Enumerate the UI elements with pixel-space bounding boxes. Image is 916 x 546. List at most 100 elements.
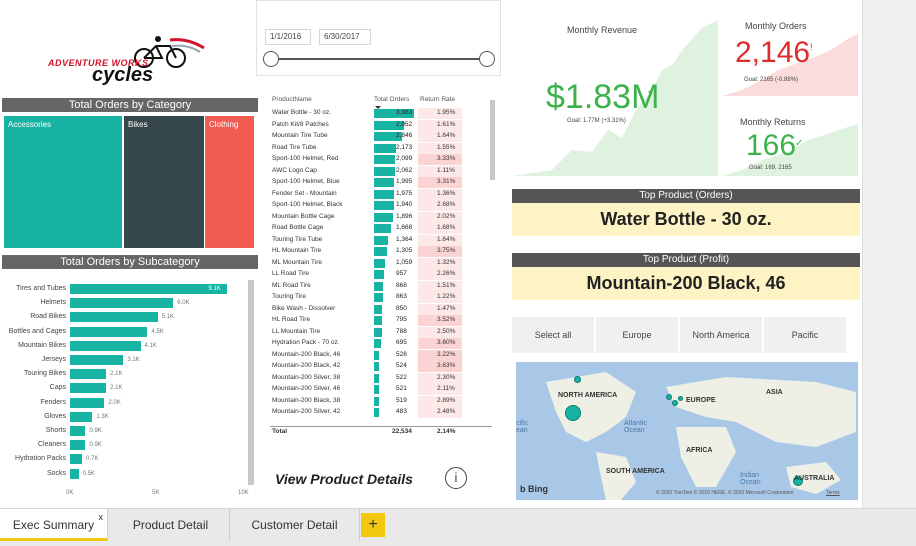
subcategory-bar[interactable] <box>70 340 141 351</box>
table-row[interactable]: Fender Set - Mountain 1,975 1.36% <box>270 188 492 201</box>
table-row[interactable]: HL Road Tire 795 3.52% <box>270 315 492 327</box>
col-header-return-rate[interactable]: Return Rate <box>420 96 455 103</box>
chart-scrollbar[interactable] <box>248 280 254 485</box>
tab-customer-detail[interactable]: Customer Detail <box>230 509 360 541</box>
product-name-cell: Touring Tire <box>272 293 306 300</box>
subcategory-bar[interactable] <box>70 326 148 337</box>
table-row[interactable]: LL Road Tire 957 2.26% <box>270 269 492 281</box>
table-row[interactable]: Road Bottle Cage 1,668 1.68% <box>270 223 492 235</box>
subcategory-value-label: 6.0K <box>177 300 190 307</box>
table-row[interactable]: Road Tire Tube 2,173 1.55% <box>270 142 492 155</box>
subcategory-label: Hydration Packs <box>15 455 66 463</box>
table-row[interactable]: Water Bottle - 30 oz. 3,983 1.95% <box>270 108 492 120</box>
treemap-tile-bikes[interactable]: Bikes <box>124 116 204 248</box>
table-row[interactable]: HL Mountain Tire 1,305 3.75% <box>270 246 492 258</box>
return-rate-cell: 2.89% <box>437 396 456 404</box>
start-date-input[interactable]: 1/1/2016 <box>265 29 311 45</box>
table-row[interactable]: Patch Kit/8 Patches 2,952 1.61% <box>270 119 492 132</box>
table-row[interactable]: Mountain-200 Silver, 38 522 2.30% <box>270 372 492 385</box>
table-row[interactable]: Mountain-200 Black, 42 524 3.63% <box>270 361 492 373</box>
table-row[interactable]: Mountain-200 Black, 38 519 2.89% <box>270 395 492 408</box>
total-orders-cell: 2,062 <box>396 166 413 174</box>
total-orders-cell: 695 <box>396 339 407 346</box>
slider-start-handle[interactable] <box>263 51 279 67</box>
orders-databar <box>374 235 388 245</box>
subcategory-bar[interactable] <box>70 369 107 380</box>
table-row[interactable]: Touring Tire Tube 1,364 1.64% <box>270 234 492 247</box>
table-row[interactable]: AWC Logo Cap 2,062 1.11% <box>270 165 492 178</box>
map-label-pacific: cific ean <box>516 420 529 434</box>
region-north-america[interactable]: North America <box>680 317 762 353</box>
subcategory-bar[interactable] <box>70 454 83 465</box>
table-row[interactable]: LL Mountain Tire 788 2.50% <box>270 326 492 339</box>
end-date-input[interactable]: 6/30/2017 <box>319 29 371 45</box>
product-name-cell: Mountain-200 Silver, 38 <box>272 373 341 381</box>
subcategory-bar[interactable] <box>70 426 86 436</box>
map-bubble-germany[interactable] <box>678 396 683 401</box>
map-label-na: NORTH AMERICA <box>558 392 618 399</box>
subcategory-value-label: 1.3K <box>96 413 109 420</box>
table-row[interactable]: Mountain-200 Silver, 42 483 2.48% <box>270 407 492 419</box>
subcategory-value-label: 4.5K <box>151 328 164 335</box>
table-row[interactable]: Sport-100 Helmet, Red 2,099 3.33% <box>270 154 492 166</box>
sales-map[interactable]: NORTH AMERICA EUROPE ASIA AFRICA SOUTH A… <box>516 362 858 500</box>
add-page-button[interactable]: + <box>361 513 385 537</box>
map-bubble-uk[interactable] <box>666 394 672 400</box>
date-slicer[interactable]: 1/1/2016 6/30/2017 <box>256 0 501 76</box>
treemap-tile-clothing[interactable]: Clothing <box>205 116 254 248</box>
subcategory-bar[interactable] <box>70 312 158 323</box>
subcategory-bar[interactable] <box>70 440 86 451</box>
return-rate-cell: 3.22% <box>437 350 456 358</box>
table-row[interactable]: ML Road Tire 868 1.51% <box>270 280 492 293</box>
region-europe[interactable]: Europe <box>596 317 678 353</box>
tab-exec-summary[interactable]: Exec Summary x <box>0 509 108 541</box>
top-orders-title: Top Product (Orders) <box>512 189 860 203</box>
subcategory-value-label: 3.1K <box>127 357 140 363</box>
map-bubble-us[interactable] <box>565 405 581 421</box>
tab-product-detail[interactable]: Product Detail <box>112 509 230 541</box>
region-pacific[interactable]: Pacific <box>764 317 846 353</box>
view-product-details-link[interactable]: View Product Details <box>275 471 413 487</box>
col-header-orders[interactable]: Total Orders <box>374 96 409 103</box>
return-rate-cell: 2.50% <box>437 327 456 335</box>
table-scrollbar[interactable] <box>490 100 495 180</box>
col-header-product[interactable]: ProductName <box>272 96 312 103</box>
table-row[interactable]: Bike Wash - Dissolver 850 1.47% <box>270 303 492 316</box>
table-row[interactable]: Sport-100 Helmet, Blue 1,995 3.31% <box>270 177 492 189</box>
orders-value: 2,146 <box>735 36 811 69</box>
subcategory-bar[interactable] <box>70 468 79 479</box>
orders-databar <box>374 155 396 164</box>
subcategory-bar[interactable] <box>70 411 93 422</box>
product-name-cell: Mountain-200 Black, 42 <box>272 362 341 369</box>
subcategory-bar[interactable] <box>70 284 227 294</box>
region-select-all[interactable]: Select all <box>512 317 594 353</box>
slider-end-handle[interactable] <box>479 51 495 67</box>
map-terms-link[interactable]: Terms <box>826 490 840 496</box>
map-bubble-canada[interactable] <box>574 376 581 383</box>
info-icon[interactable]: i <box>445 467 467 489</box>
subcategory-value-label: 2.0K <box>108 399 121 406</box>
table-row[interactable]: Mountain-200 Black, 46 528 3.22% <box>270 349 492 362</box>
map-bubble-france[interactable] <box>672 400 678 406</box>
close-tab-icon[interactable]: x <box>99 501 104 533</box>
subcategory-chart-title: Total Orders by Subcategory <box>2 255 258 269</box>
subcategory-value-label: 2.1K <box>110 371 123 378</box>
table-row[interactable]: Touring Tire 863 1.22% <box>270 292 492 304</box>
subcategory-bar[interactable] <box>70 355 124 365</box>
x-axis-tick: 10K <box>238 490 249 496</box>
subcategory-value-label: 5.1K <box>161 314 175 321</box>
subcategory-bar[interactable] <box>70 298 174 309</box>
table-row[interactable]: Mountain Tire Tube 2,846 1.64% <box>270 131 492 143</box>
table-row[interactable]: ML Mountain Tire 1,059 1.32% <box>270 257 492 270</box>
table-row[interactable]: Mountain-200 Silver, 46 521 2.11% <box>270 384 492 396</box>
product-name-cell: LL Mountain Tire <box>272 327 321 335</box>
table-row[interactable]: Hydration Pack - 70 oz. 695 3.60% <box>270 338 492 350</box>
subcategory-bar[interactable] <box>70 397 105 408</box>
orders-databar <box>374 224 391 233</box>
treemap-tile-accessories[interactable]: Accessories <box>4 116 122 248</box>
orders-databar <box>374 143 396 153</box>
return-rate-cell: 2.02% <box>437 212 456 220</box>
subcategory-bar[interactable] <box>70 383 107 394</box>
table-row[interactable]: Sport-100 Helmet, Black 1,940 2.68% <box>270 200 492 212</box>
table-row[interactable]: Mountain Bottle Cage 1,896 2.02% <box>270 211 492 224</box>
